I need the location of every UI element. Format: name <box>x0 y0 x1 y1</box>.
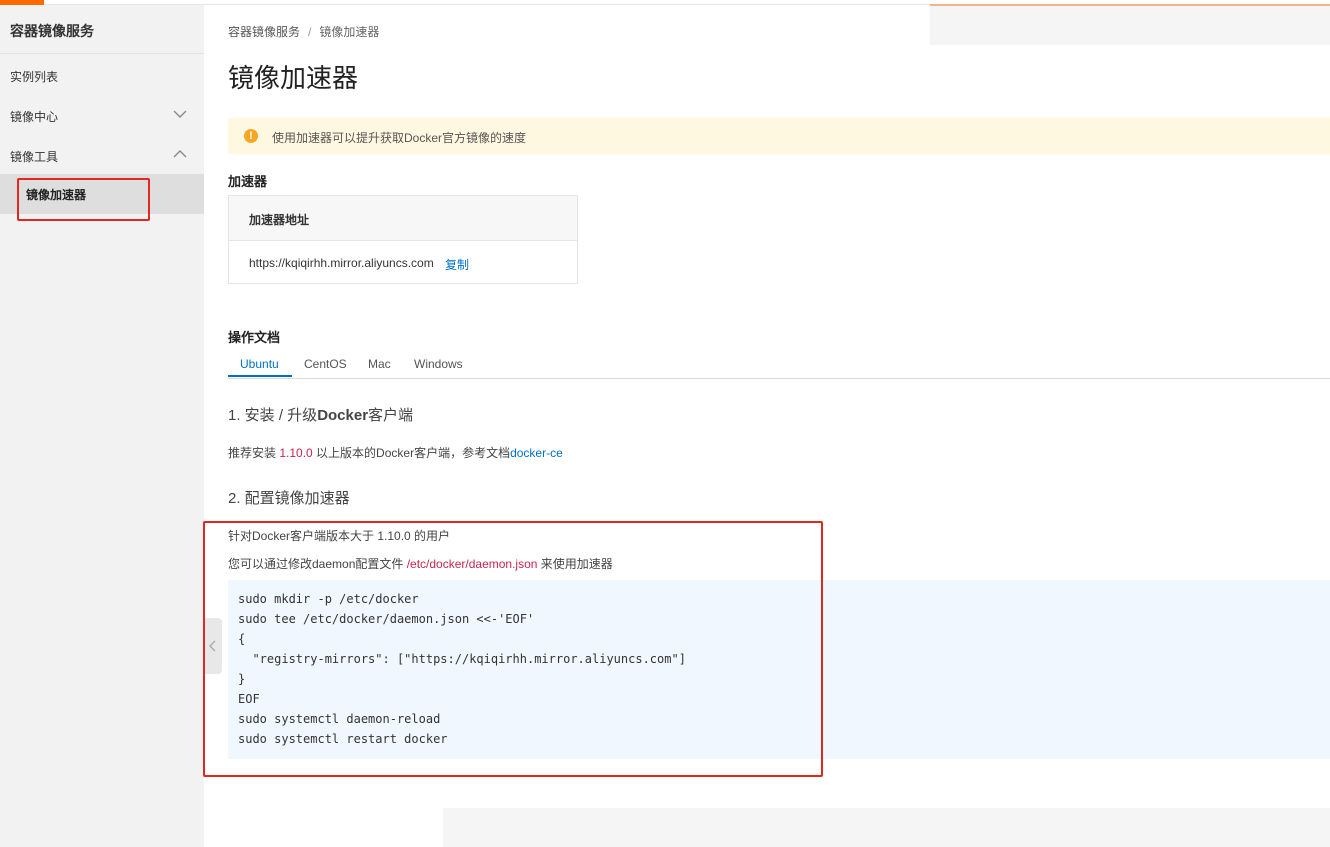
breadcrumb-current: 镜像加速器 <box>319 25 380 39</box>
active-tab-indicator <box>228 375 292 377</box>
table-row: https://kqiqirhh.mirror.aliyuncs.com 复制 <box>229 241 577 283</box>
tab-ubuntu[interactable]: Ubuntu <box>240 357 279 371</box>
table-header: 加速器地址 <box>229 196 577 241</box>
sidebar-item-instance-list[interactable]: 实例列表 <box>0 56 204 96</box>
bottom-panel <box>443 808 1330 847</box>
page-title: 镜像加速器 <box>228 63 359 93</box>
accelerator-section-title: 加速器 <box>228 174 268 189</box>
docker-ce-link[interactable]: docker-ce <box>510 446 563 460</box>
chevron-up-icon[interactable] <box>172 146 188 162</box>
notice-text: 使用加速器可以提升获取Docker官方镜像的速度 <box>272 131 527 145</box>
docs-section-title: 操作文档 <box>228 330 281 345</box>
step1-version: 1.10.0 <box>279 446 313 460</box>
tab-centos[interactable]: CentOS <box>304 357 347 371</box>
highlight-box-sidebar <box>17 178 150 221</box>
sidebar-item-label: 镜像中心 <box>10 110 59 124</box>
step1-title-prefix: 1. 安装 / 升级 <box>228 407 318 424</box>
breadcrumb: 容器镜像服务 / 镜像加速器 <box>228 23 379 40</box>
os-tabs: Ubuntu CentOS Mac Windows <box>228 352 1330 379</box>
copy-button[interactable]: 复制 <box>445 256 469 273</box>
sidebar-title: 容器镜像服务 <box>10 23 94 39</box>
step1-title-bold: Docker <box>317 407 369 424</box>
sidebar-item-image-tools[interactable]: 镜像工具 <box>0 136 204 176</box>
breadcrumb-root[interactable]: 容器镜像服务 <box>228 25 300 39</box>
sidebar-item-label: 实例列表 <box>10 70 59 84</box>
chevron-down-icon[interactable] <box>172 106 188 122</box>
step1-text: 推荐安装 1.10.0 以上版本的Docker客户端，参考文档docker-ce <box>228 444 563 461</box>
tab-mac[interactable]: Mac <box>368 357 391 371</box>
sidebar: 容器镜像服务 实例列表 镜像中心 镜像工具 镜像加速器 <box>0 5 204 847</box>
warning-icon: ! <box>244 129 258 143</box>
step1-title: 1. 安装 / 升级Docker客户端 <box>228 404 413 425</box>
step2-title: 2. 配置镜像加速器 <box>228 490 350 507</box>
sidebar-item-label: 镜像工具 <box>10 150 59 164</box>
top-right-panel <box>930 6 1330 45</box>
accelerator-url: https://kqiqirhh.mirror.aliyuncs.com <box>249 256 434 270</box>
breadcrumb-separator: / <box>308 25 312 39</box>
sidebar-divider <box>0 53 204 54</box>
sidebar-item-image-center[interactable]: 镜像中心 <box>0 96 204 136</box>
step1-text-mid: 以上版本的Docker客户端，参考文档 <box>312 446 511 460</box>
tab-windows[interactable]: Windows <box>414 357 463 371</box>
highlight-box-config <box>203 521 823 777</box>
accelerator-table: 加速器地址 https://kqiqirhh.mirror.aliyuncs.c… <box>228 195 578 284</box>
step1-title-suffix: 客户端 <box>368 407 414 424</box>
step1-text-before: 推荐安装 <box>228 446 280 460</box>
column-header-address: 加速器地址 <box>249 213 310 227</box>
notice-banner: ! 使用加速器可以提升获取Docker官方镜像的速度 <box>228 118 1330 154</box>
